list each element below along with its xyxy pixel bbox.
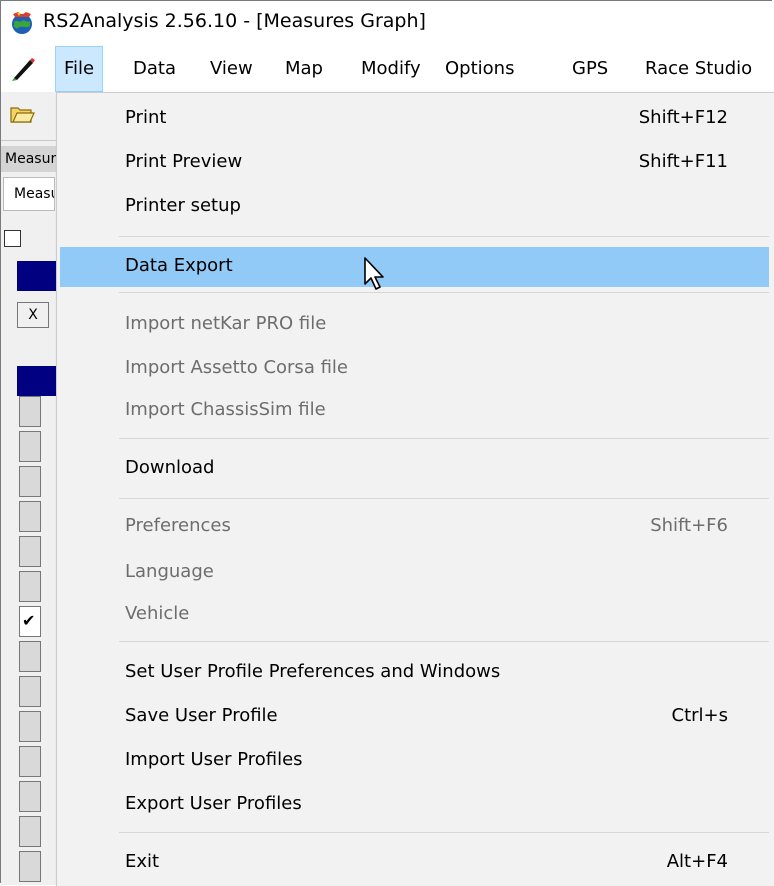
open-folder-icon[interactable] [9,102,35,126]
menu-item-label: Import Assetto Corsa file [125,357,348,378]
row-checkbox[interactable] [19,711,41,742]
panel-header: Measures [1,146,57,172]
menu-item-exit[interactable]: Exit Alt+F4 [60,843,769,883]
menu-item-language: Language [60,553,769,593]
menu-item-label: Print [125,107,167,128]
pen-icon[interactable] [10,56,36,82]
menu-item-label: Data Export [125,255,233,276]
menu-item-print[interactable]: Print Shift+F12 [60,99,769,139]
menu-item-shortcut: Alt+F4 [666,851,728,872]
menu-item-export-user-profiles[interactable]: Export User Profiles [60,785,769,825]
menu-item-import-netkar-pro-file: Import netKar PRO file [60,305,769,345]
menu-item-shortcut: Shift+F11 [638,151,728,172]
menu-item-label: Set User Profile Preferences and Windows [125,661,501,682]
menu-item-import-chassissim-file: Import ChassisSim file [60,391,769,431]
menu-item-save-user-profile[interactable]: Save User Profile Ctrl+s [60,697,769,737]
menu-item-vehicle: Vehicle [60,595,769,635]
row-checkbox[interactable] [19,851,41,882]
menu-item-label: Exit [125,851,160,872]
row-checkbox[interactable] [19,746,41,777]
mouse-pointer-icon [364,257,384,290]
menu-item-label: Language [125,561,214,582]
globe-app-icon [12,12,32,34]
menu-data[interactable]: Data [125,46,184,92]
menu-separator [119,292,769,293]
header-bar [17,366,57,396]
menu-item-label: Import ChassisSim file [125,399,326,420]
file-menu-dropdown: Print Shift+F12 Print Preview Shift+F11 Prin… [56,92,774,886]
menu-separator [119,832,769,833]
menu-file[interactable]: File [55,46,104,92]
row-checkbox[interactable] [19,536,41,567]
row-checkbox[interactable] [19,781,41,812]
menu-separator [119,438,769,439]
menu-item-shortcut: Shift+F6 [650,515,728,536]
menu-item-shortcut: Ctrl+s [671,705,729,726]
measures-panel: Measures Measures X ✔ [1,141,57,885]
row-checkbox[interactable] [19,501,41,532]
select-all-checkbox[interactable] [4,230,21,247]
menu-item-label: Save User Profile [125,705,278,726]
title-bar[interactable]: RS2Analysis 2.56.10 - [Measures Graph] [1,1,773,46]
row-checkbox[interactable] [19,466,41,497]
menu-item-shortcut: Shift+F12 [638,107,728,128]
checkmark-icon: ✔ [22,611,36,630]
row-checkbox-checked[interactable]: ✔ [19,606,41,637]
menu-separator [119,236,769,237]
menu-item-label: Preferences [125,515,231,536]
menu-item-label: Printer setup [125,195,241,216]
menu-race-studio[interactable]: Race Studio [637,46,760,92]
menu-item-download[interactable]: Download [60,449,769,489]
header-bar [17,261,57,291]
menu-item-label: Import netKar PRO file [125,313,327,334]
menu-item-printer-setup[interactable]: Printer setup [60,187,769,227]
tab-measures[interactable]: Measures [3,177,55,211]
window-title: RS2Analysis 2.56.10 - [Measures Graph] [43,10,426,32]
menu-modify[interactable]: Modify [353,46,429,92]
menu-item-label: Export User Profiles [125,793,302,814]
menu-bar: File Data View Map Modify Options GPS Race Stud… [1,46,773,92]
menu-item-set-user-profile-preferences-and-windows[interactable]: Set User Profile Preferences and Windows [60,653,769,693]
menu-view[interactable]: View [202,46,261,92]
menu-gps[interactable]: GPS [564,46,616,92]
row-checkbox[interactable] [19,816,41,847]
menu-item-label: Print Preview [125,151,243,172]
toolbar [1,92,57,141]
menu-item-label: Download [125,457,215,478]
menu-map[interactable]: Map [277,46,331,92]
menu-item-preferences: Preferences Shift+F6 [60,507,769,547]
row-checkbox[interactable] [19,431,41,462]
row-checkbox[interactable] [19,396,41,427]
close-x-button[interactable]: X [17,302,49,328]
row-checkbox[interactable] [19,641,41,672]
menu-options[interactable]: Options [437,46,522,92]
menu-item-import-assetto-corsa-file: Import Assetto Corsa file [60,349,769,389]
menu-item-label: Import User Profiles [125,749,303,770]
row-checkbox[interactable] [19,676,41,707]
row-checkbox[interactable] [19,571,41,602]
menu-separator [119,498,769,499]
menu-item-import-user-profiles[interactable]: Import User Profiles [60,741,769,781]
menu-item-print-preview[interactable]: Print Preview Shift+F11 [60,143,769,183]
menu-separator [119,641,769,642]
menu-item-label: Vehicle [125,603,190,624]
menu-item-data-export[interactable]: Data Export [60,247,769,287]
